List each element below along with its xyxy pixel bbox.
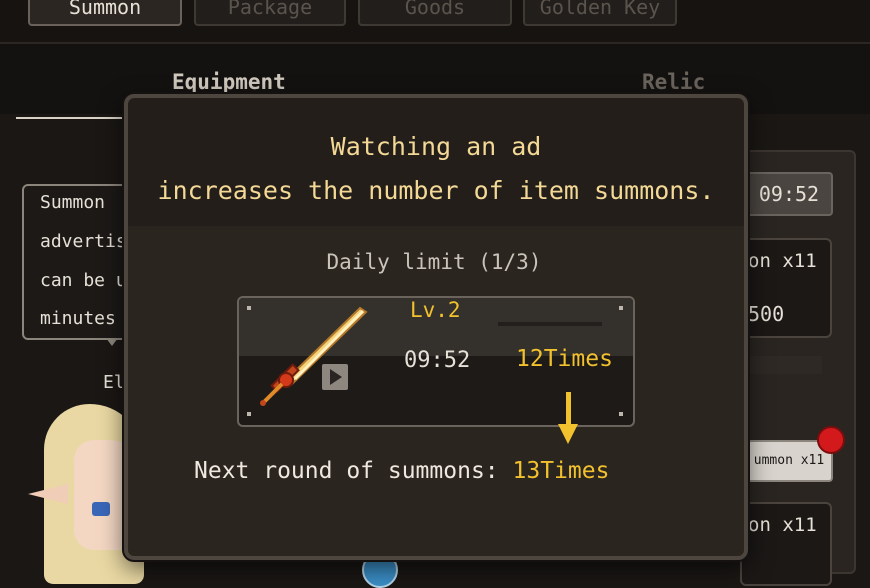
card-corner-dot bbox=[247, 412, 251, 416]
card-corner-dot bbox=[619, 306, 623, 310]
item-cooldown-timer: 09:52 bbox=[404, 348, 471, 373]
speech-tail bbox=[106, 338, 118, 346]
modal-header: Watching an ad increases the number of i… bbox=[128, 98, 744, 226]
tab-summon[interactable]: Summon bbox=[28, 0, 182, 26]
play-ad-icon[interactable] bbox=[322, 364, 348, 390]
speech-line: advertis bbox=[40, 231, 127, 252]
right-timer: 09:52 bbox=[745, 172, 833, 216]
tab-golden-key[interactable]: Golden Key bbox=[523, 0, 677, 26]
top-tab-bar: Summon Package Goods Golden Key bbox=[0, 0, 870, 44]
npc-name: El bbox=[103, 372, 125, 393]
tab-package[interactable]: Package bbox=[194, 0, 346, 26]
item-summon-times: 12Times bbox=[516, 346, 613, 372]
card-corner-dot bbox=[247, 306, 251, 310]
right-progress-bar bbox=[746, 356, 822, 374]
speech-line: can be u bbox=[40, 270, 127, 291]
item-level: Lv.2 bbox=[410, 298, 461, 322]
speech-line: minutes bbox=[40, 308, 116, 329]
summon-x11-price: 500 bbox=[748, 302, 785, 326]
next-round-value: 13Times bbox=[512, 458, 610, 484]
notification-dot-icon bbox=[817, 426, 845, 454]
elf-eye bbox=[92, 502, 110, 516]
modal-title-line2: increases the number of item summons. bbox=[157, 176, 715, 205]
next-round-text: Next round of summons: 13Times bbox=[194, 458, 609, 484]
sword-icon bbox=[260, 306, 368, 406]
elf-ear bbox=[28, 484, 68, 504]
summon-x11-card[interactable]: on x11 500 bbox=[740, 238, 832, 338]
speech-line: Summon bbox=[40, 192, 106, 213]
level-progress-bar bbox=[498, 322, 602, 326]
subtab-equipment[interactable]: Equipment bbox=[172, 70, 286, 94]
summon-x11-label: on x11 bbox=[748, 250, 817, 272]
tab-goods[interactable]: Goods bbox=[358, 0, 512, 26]
card-corner-dot bbox=[619, 412, 623, 416]
daily-limit-text: Daily limit (1/3) bbox=[326, 250, 542, 274]
next-round-label: Next round of summons: bbox=[194, 458, 513, 484]
npc-speech-bubble: Summon advertis can be u minutes bbox=[22, 184, 136, 340]
subtab-underline bbox=[16, 117, 126, 119]
subtab-relic[interactable]: Relic bbox=[642, 70, 705, 94]
summon-x11-label: on x11 bbox=[748, 514, 817, 536]
down-arrow-head-icon bbox=[558, 424, 578, 444]
down-arrow-icon bbox=[566, 392, 571, 426]
modal-title-line1: Watching an ad bbox=[330, 132, 542, 161]
summon-x11-card-2[interactable]: on x11 bbox=[740, 502, 832, 586]
